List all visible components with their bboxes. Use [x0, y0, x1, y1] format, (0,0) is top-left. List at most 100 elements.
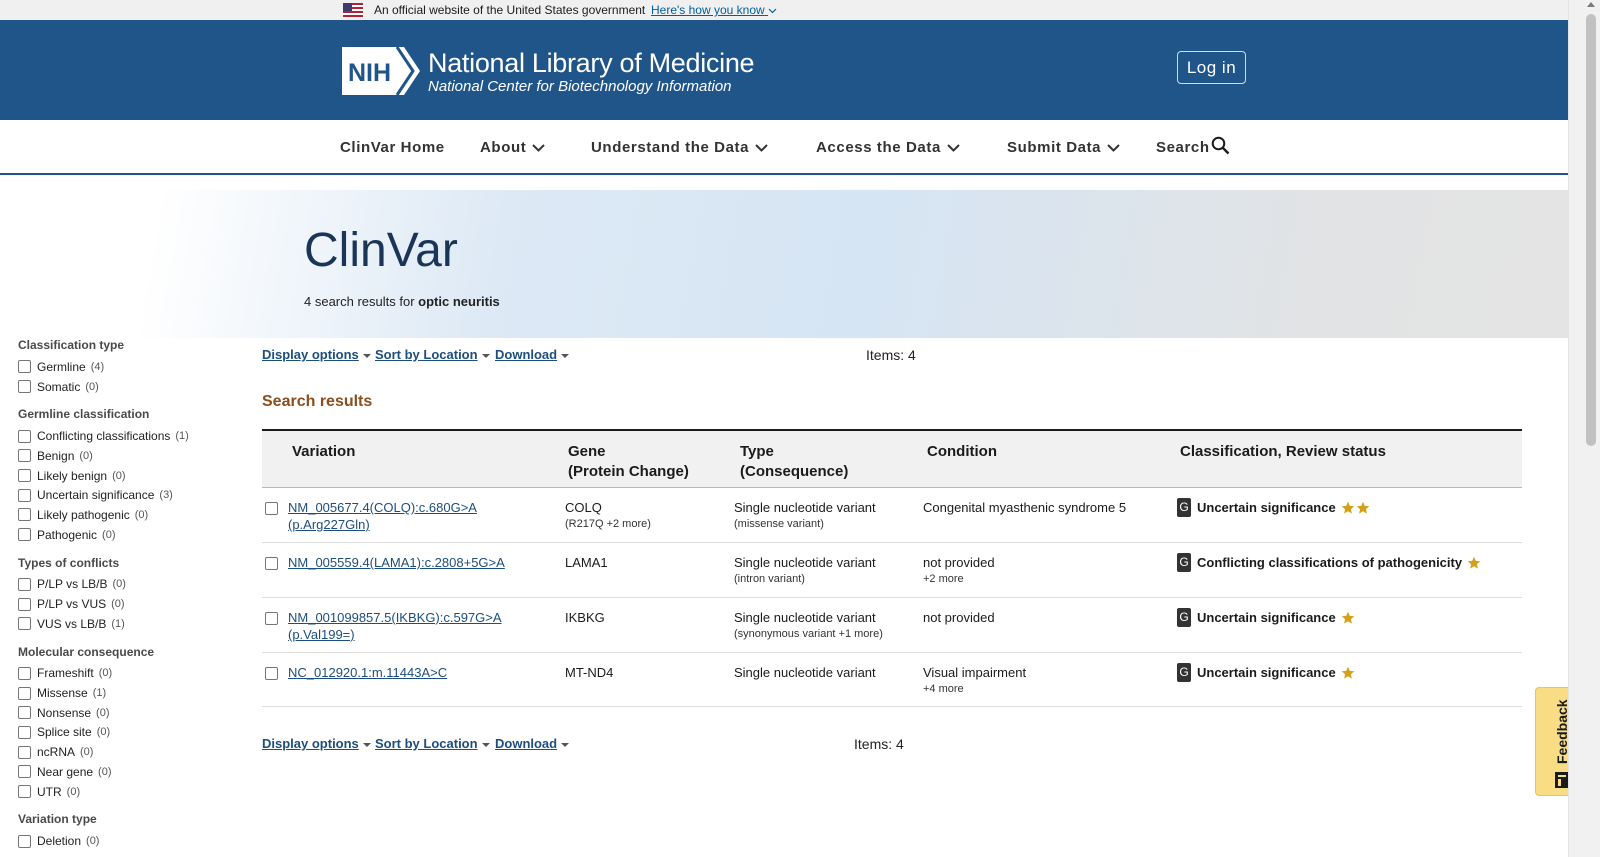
sort-button[interactable]: Sort by Location [375, 347, 490, 362]
facet-option-count: (0) [79, 449, 93, 462]
facet-checkbox[interactable] [18, 380, 31, 394]
facet-option[interactable]: ncRNA (0) [18, 742, 248, 762]
facet-option-label: Pathogenic [37, 527, 98, 542]
facet-checkbox[interactable] [18, 449, 31, 463]
row-checkbox[interactable] [265, 612, 278, 625]
facet-group: Variation type Deletion (0) [18, 812, 248, 851]
nav-clinvar-home[interactable]: ClinVar Home [340, 139, 445, 156]
nih-logo[interactable]: NIH [342, 47, 420, 95]
facet-option-label: UTR [37, 784, 62, 799]
how-you-know-link[interactable]: Here's how you know [651, 3, 777, 17]
login-button[interactable]: Log in [1177, 51, 1246, 84]
facet-option[interactable]: Frameshift (0) [18, 664, 248, 684]
facet-option[interactable]: Missense (1) [18, 683, 248, 703]
condition-name[interactable]: Visual impairment [923, 664, 1026, 681]
facet-option[interactable]: Pathogenic (0) [18, 525, 248, 545]
condition-name[interactable]: not provided [923, 554, 995, 571]
variation-link[interactable]: NM_001099857.5(IKBKG):c.597G>A (p.Val199… [288, 610, 502, 642]
facet-option-count: (1) [92, 687, 107, 700]
nav-clinvar-home-label: ClinVar Home [340, 139, 445, 156]
facet-option[interactable]: P/LP vs LB/B (0) [18, 575, 248, 595]
results-toolbar-top: Display options Sort by Location Downloa… [262, 347, 1522, 365]
condition-more-link[interactable]: +4 more [923, 681, 1026, 698]
row-checkbox[interactable] [265, 502, 278, 515]
condition-name[interactable]: not provided [923, 609, 995, 626]
protein-change: (R217Q +2 more) [565, 518, 651, 530]
table-body: NM_005677.4(COLQ):c.680G>A (p.Arg227Gln)… [262, 488, 1522, 707]
search-query: optic neuritis [418, 294, 500, 309]
facet-group: Germline classification Conflicting class… [18, 407, 248, 544]
review-star-icon [1467, 556, 1481, 569]
facet-checkbox[interactable] [18, 686, 31, 700]
facet-option[interactable]: Splice site (0) [18, 723, 248, 743]
variation-link[interactable]: NC_012920.1:m.11443A>C [288, 665, 447, 680]
row-checkbox[interactable] [265, 557, 278, 570]
download-button[interactable]: Download [495, 736, 570, 751]
sort-label: Sort by Location [375, 736, 478, 751]
facet-checkbox[interactable] [18, 488, 31, 502]
facet-checkbox[interactable] [18, 469, 31, 483]
germline-badge: G [1177, 663, 1191, 682]
facet-checkbox[interactable] [18, 577, 31, 591]
facet-option[interactable]: Germline (4) [18, 357, 248, 377]
facet-checkbox[interactable] [18, 508, 31, 522]
facet-option[interactable]: VUS vs LB/B (1) [18, 614, 248, 634]
condition-name[interactable]: Congenital myasthenic syndrome 5 [923, 499, 1126, 516]
facet-option[interactable]: Near gene (0) [18, 762, 248, 782]
facet-option[interactable]: Nonsense (0) [18, 703, 248, 723]
facet-checkbox[interactable] [18, 666, 31, 680]
nav-access-data[interactable]: Access the Data [816, 139, 960, 156]
facet-option[interactable]: Likely pathogenic (0) [18, 505, 248, 525]
variation-link[interactable]: NM_005559.4(LAMA1):c.2808+5G>A [288, 555, 505, 570]
consequence: (synonymous variant +1 more) [734, 628, 883, 640]
facet-option[interactable]: P/LP vs VUS (0) [18, 594, 248, 614]
facet-option[interactable]: Deletion (0) [18, 831, 248, 851]
facet-checkbox[interactable] [18, 429, 31, 443]
variation-cell: NC_012920.1:m.11443A>C [288, 664, 533, 681]
facet-checkbox[interactable] [18, 597, 31, 611]
facet-option[interactable]: Uncertain significance (3) [18, 485, 248, 505]
variation-link[interactable]: NM_005677.4(COLQ):c.680G>A (p.Arg227Gln) [288, 500, 477, 532]
facet-option-label: Deletion [37, 834, 82, 849]
scroll-up-arrow-icon[interactable] [1587, 2, 1595, 7]
facet-checkbox[interactable] [18, 785, 31, 799]
display-options-button[interactable]: Display options [262, 736, 371, 751]
facet-checkbox[interactable] [18, 706, 31, 720]
nav-understand-data[interactable]: Understand the Data [591, 139, 768, 156]
gov-banner-text: An official website of the United States… [374, 3, 646, 17]
display-options-button[interactable]: Display options [262, 347, 371, 362]
facet-option[interactable]: Likely benign (0) [18, 466, 248, 486]
facet-option-label: ncRNA [37, 745, 76, 760]
table-row: NM_005677.4(COLQ):c.680G>A (p.Arg227Gln)… [262, 488, 1522, 543]
nih-header: NIH National Library of Medicine Nationa… [0, 20, 1568, 120]
facet-option-label: Near gene [37, 764, 94, 779]
facet-checkbox[interactable] [18, 745, 31, 759]
condition-more-link[interactable]: +2 more [923, 571, 995, 588]
type-cell: Single nucleotide variant (intron variant… [734, 554, 876, 588]
sort-button[interactable]: Sort by Location [375, 736, 490, 751]
facet-checkbox[interactable] [18, 360, 31, 374]
facet-option[interactable]: Benign (0) [18, 446, 248, 466]
facet-checkbox[interactable] [18, 725, 31, 739]
scrollbar-thumb[interactable] [1586, 14, 1596, 446]
col-type-title: Type [740, 443, 774, 460]
classification-label: Uncertain significance [1197, 610, 1336, 625]
download-button[interactable]: Download [495, 347, 570, 362]
nlm-title[interactable]: National Library of Medicine [428, 48, 755, 79]
row-checkbox[interactable] [265, 667, 278, 680]
facet-option[interactable]: Somatic (0) [18, 377, 248, 397]
facet-checkbox[interactable] [18, 617, 31, 631]
nav-about[interactable]: About [480, 139, 546, 156]
facet-option[interactable]: Conflicting classifications (1) [18, 426, 248, 446]
sort-label: Sort by Location [375, 347, 478, 362]
gene-cell: IKBKG [565, 609, 605, 626]
type-cell: Single nucleotide variant (missense varia… [734, 499, 876, 533]
facet-checkbox[interactable] [18, 528, 31, 542]
facet-checkbox[interactable] [18, 765, 31, 779]
facet-option-label: Uncertain significance [37, 488, 155, 503]
nav-submit-data[interactable]: Submit Data [1007, 139, 1120, 156]
nav-search[interactable]: Search [1156, 136, 1230, 156]
facet-option[interactable]: UTR (0) [18, 782, 248, 802]
review-star-icon [1341, 501, 1355, 514]
facet-checkbox[interactable] [18, 834, 31, 848]
